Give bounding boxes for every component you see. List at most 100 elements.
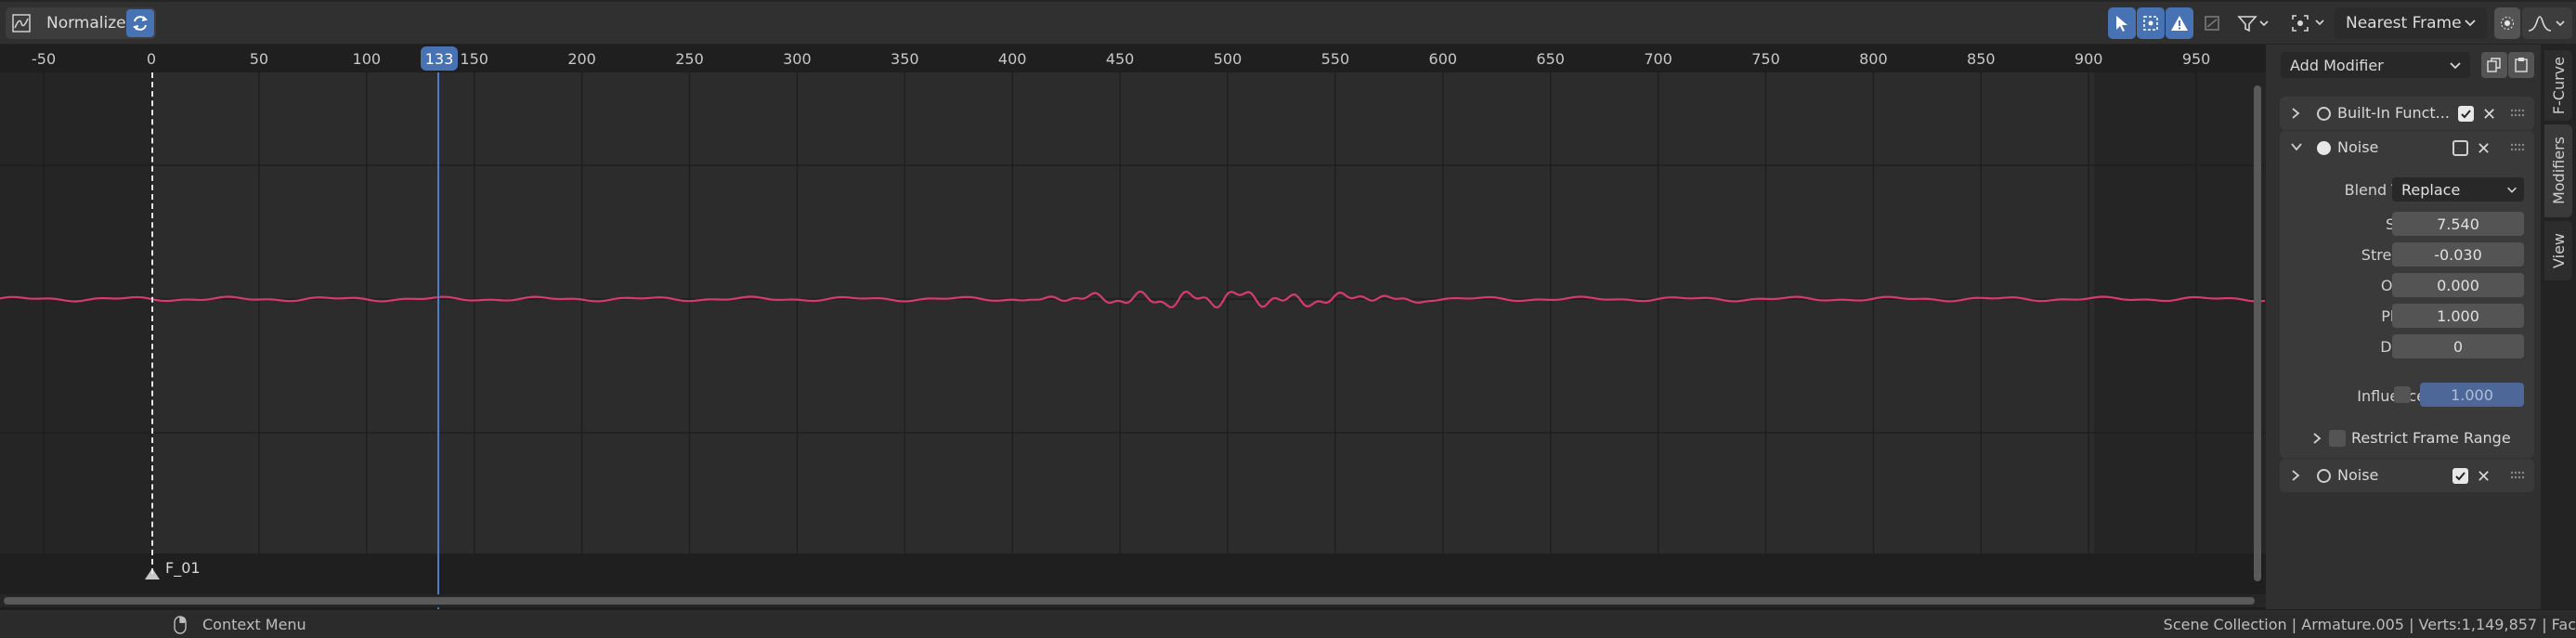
status-scene-info: Scene Collection | Armature.005 | Verts:… [2163,616,2576,633]
ruler-tick-label: 400 [997,50,1027,68]
tab-f-curve-label: F-Curve [2549,56,2568,115]
graph-editor-window: Normalize Nearest Frame -50 0 50 100 150… [0,0,2576,638]
only-selected-icon[interactable] [2108,7,2136,39]
refresh-icon[interactable] [126,9,154,37]
drag-handle-icon[interactable] [2510,143,2525,152]
ruler-tick-label: 0 [146,50,157,68]
modifier-panel-builtin[interactable]: Built-In Funct... ✕ [2280,97,2534,130]
chevron-down-icon [2465,20,2476,27]
modifier-enabled-checkbox[interactable] [2458,106,2474,122]
modifier-active-icon[interactable] [2317,141,2331,155]
ruler-tick-label: 250 [675,50,704,68]
ruler-tick-label: 300 [783,50,812,68]
modifier-panel-header[interactable]: Noise ✕ [2280,131,2534,164]
graph-area[interactable] [0,72,2266,553]
chevron-right-icon[interactable] [2310,431,2323,446]
drag-handle-icon[interactable] [2510,109,2525,118]
modifier-active-icon[interactable] [2317,469,2331,483]
filter-icon[interactable] [2231,7,2275,39]
add-modifier-label: Add Modifier [2290,56,2384,74]
ruler-tick-label: 100 [352,50,382,68]
modifier-title[interactable]: Noise [2337,466,2378,484]
playhead-line[interactable] [437,72,439,611]
modifier-active-icon[interactable] [2317,107,2331,121]
ruler-tick-label: 850 [1967,50,1996,68]
chevron-down-icon [2450,62,2461,70]
restrict-frame-range-checkbox[interactable] [2329,430,2346,447]
status-context-menu: Context Menu [202,616,306,633]
ruler-tick-label: 650 [1536,50,1565,68]
modifier-panel-header[interactable]: Built-In Funct... ✕ [2280,97,2534,130]
mouse-icon [174,616,187,634]
tab-view-label: View [2549,233,2568,268]
chevron-down-icon[interactable] [2289,140,2304,153]
show-handles-icon[interactable] [2137,7,2165,39]
tab-f-curve[interactable]: F-Curve [2544,50,2572,121]
tab-modifiers[interactable]: Modifiers [2544,124,2572,217]
ghost-curves-icon[interactable] [2199,7,2225,39]
modifier-panel-noise-2[interactable]: Noise ✕ [2280,459,2534,492]
tab-modifiers-label: Modifiers [2549,137,2568,205]
horizontal-scroll-thumb[interactable] [4,597,2255,605]
ruler-tick-label: 800 [1859,50,1888,68]
vertical-scrollbar[interactable] [2252,85,2263,581]
ruler-tick-label: 600 [1428,50,1458,68]
strength-field[interactable]: -0.030 [2392,242,2524,267]
chevron-down-icon [2507,187,2517,193]
ruler-tick-label: 150 [460,50,488,68]
depth-field[interactable]: 0 [2392,334,2524,358]
ruler-tick-label: 950 [2181,50,2211,68]
ruler-tick-label: 450 [1105,50,1135,68]
phase-field[interactable]: 1.000 [2392,304,2524,328]
frame-zero-line [151,72,153,574]
graph-editor-header: Normalize Nearest Frame [0,0,2576,45]
frame-ruler[interactable]: -50 0 50 100 150 200 250 300 350 400 450 500 550 600 6… [0,45,2266,72]
chevron-right-icon[interactable] [2289,106,2302,121]
ruler-tick-label: 50 [249,50,269,68]
close-icon[interactable]: ✕ [2477,139,2491,159]
ruler-tick-label: 700 [1644,50,1672,68]
chevron-right-icon[interactable] [2289,468,2302,483]
blend-type-value: Replace [2401,180,2461,199]
vertical-scroll-thumb[interactable] [2254,85,2261,581]
paste-modifiers-icon[interactable] [2508,52,2534,78]
pivot-point-icon[interactable] [2284,7,2336,39]
modifier-title[interactable]: Built-In Funct... [2337,104,2450,122]
warning-icon[interactable] [2166,7,2193,39]
ruler-tick-label: 750 [1751,50,1780,68]
ruler-tick-label: -50 [32,50,57,68]
graph-grid [0,72,2266,553]
ruler-tick-label: 500 [1213,50,1242,68]
modifier-title[interactable]: Noise [2337,138,2378,156]
ruler-tick-label: 550 [1321,50,1350,68]
influence-checkbox[interactable] [2394,386,2411,403]
offset-field[interactable]: 0.000 [2392,273,2524,297]
snap-mode-value: Nearest Frame [2346,14,2462,33]
normalize-label: Normalize [46,14,126,33]
add-modifier-dropdown[interactable]: Add Modifier [2281,52,2470,78]
normalize-toggle[interactable]: Normalize [6,7,156,39]
proportional-edit-icon[interactable] [2494,7,2520,39]
scale-field[interactable]: 7.540 [2392,212,2524,236]
sidebar-tabs: F-Curve Modifiers View [2541,45,2576,609]
modifier-enabled-checkbox[interactable] [2452,468,2468,484]
status-bar: Context Menu Scene Collection | Armature… [0,609,2576,638]
marker-strip[interactable] [0,553,2266,594]
restrict-frame-range-label: Restrict Frame Range [2351,429,2511,447]
influence-field[interactable]: 1.000 [2420,383,2524,407]
horizontal-scrollbar[interactable] [0,594,2266,607]
falloff-curve-icon[interactable] [2522,7,2572,39]
ruler-tick-label: 350 [891,50,919,68]
modifier-enabled-checkbox[interactable] [2452,140,2468,156]
copy-modifiers-icon[interactable] [2481,52,2507,78]
drag-handle-icon[interactable] [2510,471,2525,480]
current-frame-indicator[interactable]: 133 [421,46,458,71]
close-icon[interactable]: ✕ [2477,467,2491,487]
normalize-icon [6,7,37,39]
modifier-panel-header[interactable]: Noise ✕ [2280,459,2534,492]
snap-mode-dropdown[interactable]: Nearest Frame [2335,7,2487,39]
tab-view[interactable]: View [2544,221,2572,280]
ruler-tick-label: 900 [2074,50,2103,68]
close-icon[interactable]: ✕ [2482,105,2496,124]
blend-type-dropdown[interactable]: Replace [2392,177,2524,202]
